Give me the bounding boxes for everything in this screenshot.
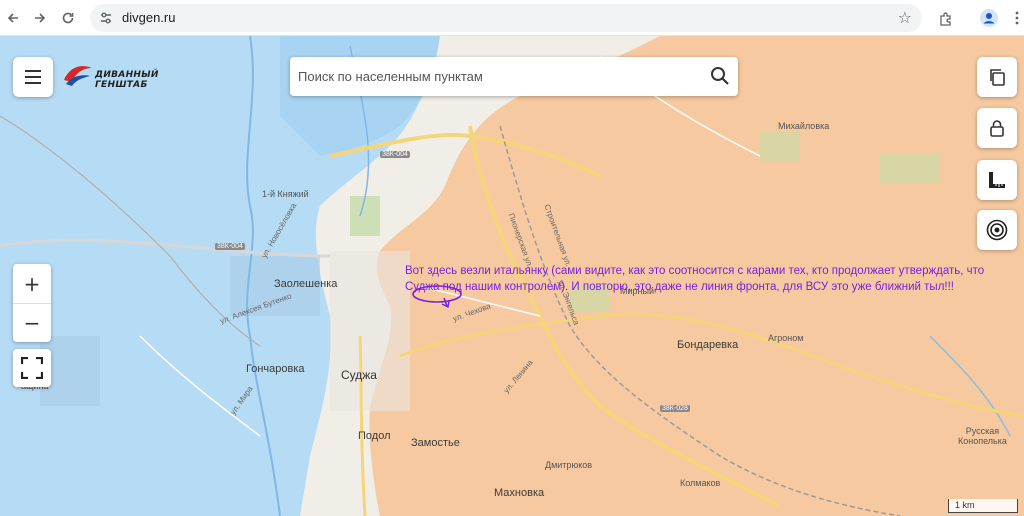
place-label: Михайловка [778, 121, 830, 131]
target-icon [986, 219, 1008, 241]
lock-icon [990, 120, 1004, 137]
profile-avatar-icon[interactable] [978, 7, 1000, 29]
place-label: Подол [358, 430, 391, 442]
extensions-icon[interactable] [934, 7, 956, 29]
bookmark-star-icon[interactable]: ☆ [898, 8, 912, 27]
zoom-in-button[interactable]: + [13, 264, 51, 303]
browser-menu-icon[interactable] [1006, 7, 1024, 29]
zoom-control: + − [13, 264, 51, 342]
place-label: Махновка [494, 487, 545, 499]
place-label: Заолешенка [274, 278, 338, 290]
road-number-label: 38К-004 [380, 151, 410, 158]
address-bar[interactable]: divgen.ru ☆ [90, 4, 922, 32]
ruler-button[interactable] [977, 160, 1017, 200]
fullscreen-icon [21, 357, 43, 379]
copy-icon [990, 69, 1005, 86]
place-label: Русская Конопелька [958, 426, 1007, 446]
copy-button[interactable] [977, 57, 1017, 97]
place-label: Колмаков [680, 478, 721, 488]
logo-emblem-icon [64, 66, 92, 86]
target-button[interactable] [977, 210, 1017, 250]
menu-button[interactable] [13, 57, 53, 97]
place-label: Замостье [411, 437, 460, 449]
place-label: Суджа [341, 368, 377, 382]
logo-text: ДИВАННЫЙ ГЕНШТАБ [95, 70, 159, 90]
search-input[interactable] [298, 65, 698, 87]
lock-button[interactable] [977, 108, 1017, 148]
site-logo[interactable]: ДИВАННЫЙ ГЕНШТАБ [62, 62, 202, 90]
browser-toolbar: divgen.ru ☆ [0, 0, 1024, 36]
place-label: Гончаровка [246, 363, 305, 375]
annotation-text: Вот здесь везли итальянку (сами видите, … [405, 265, 985, 293]
reload-icon[interactable] [57, 7, 79, 29]
place-label: Дмитрюков [545, 460, 593, 470]
place-label: Бондаревка [677, 339, 739, 351]
url-text: divgen.ru [122, 10, 176, 25]
forward-arrow-icon[interactable] [29, 7, 51, 29]
fullscreen-button[interactable] [13, 349, 51, 387]
ruler-icon [989, 172, 1005, 188]
search-box[interactable] [290, 57, 738, 96]
zoom-out-button[interactable]: − [13, 303, 51, 342]
scale-bar: 1 km [948, 499, 1018, 513]
map-canvas[interactable]: 38К-004 38К-004 38К-028 ул. Новосёловка … [0, 36, 1024, 516]
site-info-icon[interactable] [98, 10, 114, 26]
road-number-label: 38К-028 [660, 405, 690, 412]
hamburger-icon [25, 70, 41, 84]
search-icon[interactable] [710, 66, 730, 86]
road-number-label: 38К-004 [215, 243, 245, 250]
back-arrow-icon[interactable] [2, 7, 24, 29]
place-label: Агроном [768, 333, 804, 343]
place-label: 1-й Княжий [262, 189, 309, 199]
